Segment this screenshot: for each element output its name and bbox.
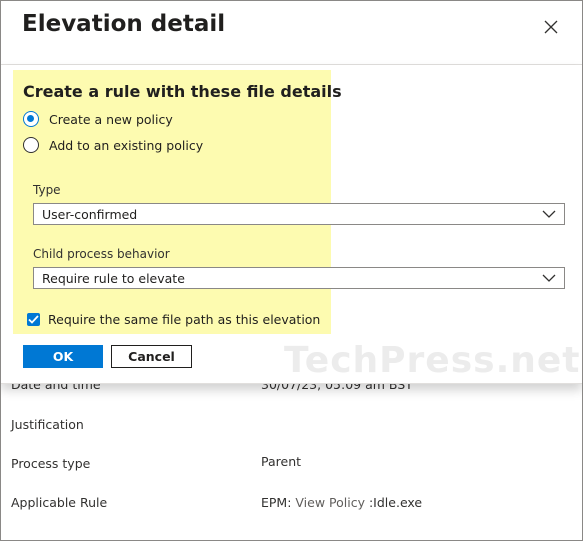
view-policy-link[interactable]: View Policy [295, 495, 365, 510]
watermark: TechPress.net [284, 340, 581, 381]
type-dropdown[interactable]: User-confirmed [33, 203, 565, 225]
section-title: Create a rule with these file details [23, 82, 342, 101]
detail-value: Parent [261, 454, 302, 469]
detail-value: EPM: View Policy :Idle.exe [261, 495, 422, 510]
type-label: Type [33, 183, 61, 197]
detail-label: Process type [11, 456, 91, 471]
checkbox-label: Require the same file path as this eleva… [48, 312, 321, 327]
panel-header: Elevation detail [1, 1, 582, 65]
child-process-value: Require rule to elevate [42, 271, 185, 286]
radio-label: Create a new policy [49, 111, 173, 127]
ok-button[interactable]: OK [23, 345, 103, 368]
rule-suffix: :Idle.exe [365, 495, 423, 510]
type-value: User-confirmed [42, 207, 138, 222]
detail-row-justification: Justification [1, 417, 582, 441]
checkmark-icon [27, 313, 40, 326]
chevron-down-icon [542, 274, 556, 282]
close-icon [544, 20, 558, 34]
close-button[interactable] [539, 15, 563, 39]
chevron-down-icon [542, 210, 556, 218]
radio-selected-icon [23, 111, 39, 127]
detail-row-applicable-rule: Applicable Rule EPM: View Policy :Idle.e… [1, 495, 582, 519]
cancel-button[interactable]: Cancel [111, 345, 192, 368]
same-file-path-checkbox[interactable]: Require the same file path as this eleva… [27, 312, 320, 327]
panel-title: Elevation detail [22, 11, 226, 37]
radio-add-existing-policy[interactable]: Add to an existing policy [23, 135, 203, 155]
radio-label: Add to an existing policy [49, 137, 204, 153]
detail-label: Justification [11, 417, 84, 432]
elevation-detail-panel: Elevation detail Date and time 30/07/23,… [0, 0, 583, 541]
detail-label: Applicable Rule [11, 495, 108, 510]
create-rule-dialog: Create a rule with these file details Cr… [1, 65, 582, 384]
detail-row-process-type: Process type Parent [1, 454, 582, 480]
rule-prefix: EPM: [261, 495, 296, 510]
radio-create-new-policy[interactable]: Create a new policy [23, 109, 173, 129]
child-process-dropdown[interactable]: Require rule to elevate [33, 267, 565, 289]
radio-unselected-icon [23, 137, 39, 153]
child-process-label: Child process behavior [33, 247, 170, 261]
